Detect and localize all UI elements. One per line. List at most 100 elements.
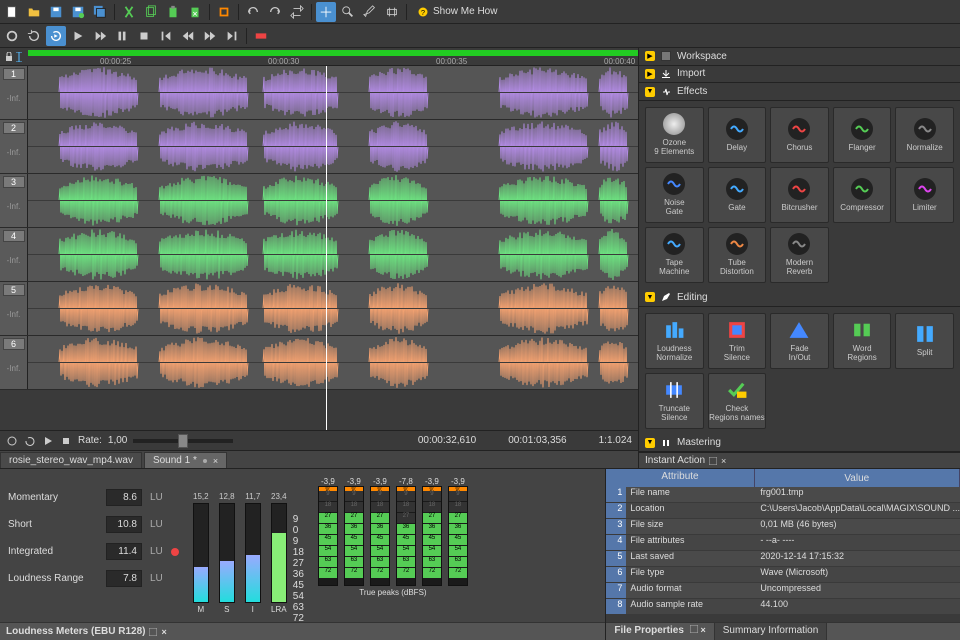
play-small-icon[interactable]	[42, 435, 54, 447]
close-icon[interactable]: ×	[721, 456, 726, 466]
workspace-header[interactable]: ▶Workspace	[639, 48, 960, 66]
close-icon[interactable]: ×	[161, 627, 166, 637]
fx-tube-distortion[interactable]: TubeDistortion	[708, 227, 767, 283]
edit-split[interactable]: Split	[895, 313, 954, 369]
repeat-icon[interactable]	[287, 2, 307, 22]
save-as-icon[interactable]	[68, 2, 88, 22]
close-icon[interactable]: ×	[213, 456, 218, 466]
save-all-icon[interactable]	[90, 2, 110, 22]
edit-check-regions-names[interactable]: CheckRegions names	[708, 373, 767, 429]
property-row[interactable]: 4File attributes- --a- ----	[606, 535, 960, 551]
mastering-header[interactable]: ▼Mastering	[639, 435, 960, 453]
fx-compressor[interactable]: Compressor	[833, 167, 892, 223]
fx-limiter[interactable]: Limiter	[895, 167, 954, 223]
go-end-icon[interactable]	[222, 26, 242, 46]
play-icon[interactable]	[68, 26, 88, 46]
stop-icon[interactable]	[134, 26, 154, 46]
fx-delay[interactable]: Delay	[708, 107, 767, 163]
edit-loudness-normalize[interactable]: LoudnessNormalize	[645, 313, 704, 369]
import-header[interactable]: ▶Import	[639, 66, 960, 84]
loudness-row: Momentary8.6LU	[8, 489, 179, 506]
loop-play-icon[interactable]	[46, 26, 66, 46]
open-file-icon[interactable]	[24, 2, 44, 22]
effects-header[interactable]: ▼Effects	[639, 83, 960, 101]
waveform[interactable]	[28, 66, 638, 119]
edit-truncate-silence[interactable]: TruncateSilence	[645, 373, 704, 429]
stop-small-icon[interactable]	[60, 435, 72, 447]
summary-tab[interactable]: Summary Information	[715, 623, 828, 640]
track-header[interactable]: 5-Inf.	[0, 282, 28, 335]
waveform[interactable]	[28, 174, 638, 227]
property-row[interactable]: 3File size0,01 MB (46 bytes)	[606, 519, 960, 535]
fx-flanger[interactable]: Flanger	[833, 107, 892, 163]
tab-file-2[interactable]: Sound 1 *×	[144, 452, 227, 468]
copy-icon[interactable]	[141, 2, 161, 22]
play-all-icon[interactable]	[90, 26, 110, 46]
track-header[interactable]: 3-Inf.	[0, 174, 28, 227]
track-header[interactable]: 1-Inf.	[0, 66, 28, 119]
go-start-icon[interactable]	[156, 26, 176, 46]
instant-action-bar[interactable]: Instant Action×	[639, 452, 960, 468]
cursor-icon[interactable]	[15, 52, 23, 62]
property-row[interactable]: 8Audio sample rate44.100	[606, 599, 960, 615]
waveform[interactable]	[28, 336, 638, 389]
redo-icon[interactable]	[265, 2, 285, 22]
undo-icon[interactable]	[243, 2, 263, 22]
forward-icon[interactable]	[200, 26, 220, 46]
fx-modern-reverb[interactable]: ModernReverb	[770, 227, 829, 283]
track-header[interactable]: 2-Inf.	[0, 120, 28, 173]
file-properties-tab[interactable]: File Properties ×	[606, 623, 714, 640]
meter-M: 15,2M	[191, 492, 211, 614]
loop-icon[interactable]	[24, 26, 44, 46]
dock-icon[interactable]	[690, 625, 698, 633]
edit-trim-silence[interactable]: TrimSilence	[708, 313, 767, 369]
property-row[interactable]: 2LocationC:\Users\Jacob\AppData\Local\MA…	[606, 503, 960, 519]
record-arm-icon[interactable]	[251, 26, 271, 46]
fx-tape-machine[interactable]: TapeMachine	[645, 227, 704, 283]
close-icon[interactable]: ×	[700, 625, 705, 635]
track-header[interactable]: 4-Inf.	[0, 228, 28, 281]
waveform[interactable]	[28, 228, 638, 281]
fx-normalize[interactable]: Normalize	[895, 107, 954, 163]
rate-slider[interactable]	[133, 439, 233, 443]
fx-ozone-9-elements[interactable]: Ozone9 Elements	[645, 107, 704, 163]
show-me-how-button[interactable]: ? Show Me How	[411, 2, 503, 22]
property-row[interactable]: 1File namefrg001.tmp	[606, 487, 960, 503]
property-row[interactable]: 5Last saved2020-12-14 17:15:32	[606, 551, 960, 567]
tool-edit-icon[interactable]	[360, 2, 380, 22]
dock-icon[interactable]	[709, 457, 717, 465]
editing-header[interactable]: ▼Editing	[639, 289, 960, 307]
tool-select-icon[interactable]	[316, 2, 336, 22]
property-row[interactable]: 6File typeWave (Microsoft)	[606, 567, 960, 583]
peak-meter: -3,99:918273645546372	[316, 477, 340, 586]
fx-bitcrusher[interactable]: Bitcrusher	[770, 167, 829, 223]
loop-small-icon[interactable]	[24, 435, 36, 447]
trim-icon[interactable]	[214, 2, 234, 22]
dock-icon[interactable]	[149, 628, 157, 636]
property-row[interactable]: 7Audio formatUncompressed	[606, 583, 960, 599]
record-small-icon[interactable]	[6, 435, 18, 447]
paste-mix-icon[interactable]	[185, 2, 205, 22]
tool-zoom-icon[interactable]	[338, 2, 358, 22]
fx-noise-gate[interactable]: NoiseGate	[645, 167, 704, 223]
waveform[interactable]	[28, 282, 638, 335]
playhead[interactable]	[326, 66, 327, 430]
time-ruler[interactable]: 00:00:25 00:00:30 00:00:35 00:00:40	[28, 48, 638, 65]
new-file-icon[interactable]	[2, 2, 22, 22]
track-header[interactable]: 6-Inf.	[0, 336, 28, 389]
record-icon[interactable]	[2, 26, 22, 46]
tab-file-1[interactable]: rosie_stereo_wav_mp4.wav	[0, 452, 142, 468]
pause-icon[interactable]	[112, 26, 132, 46]
fx-gate[interactable]: Gate	[708, 167, 767, 223]
waveform[interactable]	[28, 120, 638, 173]
loudness-tab[interactable]: Loudness Meters (EBU R128)×	[0, 622, 605, 640]
cut-icon[interactable]	[119, 2, 139, 22]
fx-chorus[interactable]: Chorus	[770, 107, 829, 163]
rewind-icon[interactable]	[178, 26, 198, 46]
tool-event-icon[interactable]	[382, 2, 402, 22]
edit-word-regions[interactable]: WordRegions	[833, 313, 892, 369]
lock-icon[interactable]	[5, 52, 13, 62]
edit-fade-in/out[interactable]: FadeIn/Out	[770, 313, 829, 369]
save-icon[interactable]	[46, 2, 66, 22]
paste-icon[interactable]	[163, 2, 183, 22]
